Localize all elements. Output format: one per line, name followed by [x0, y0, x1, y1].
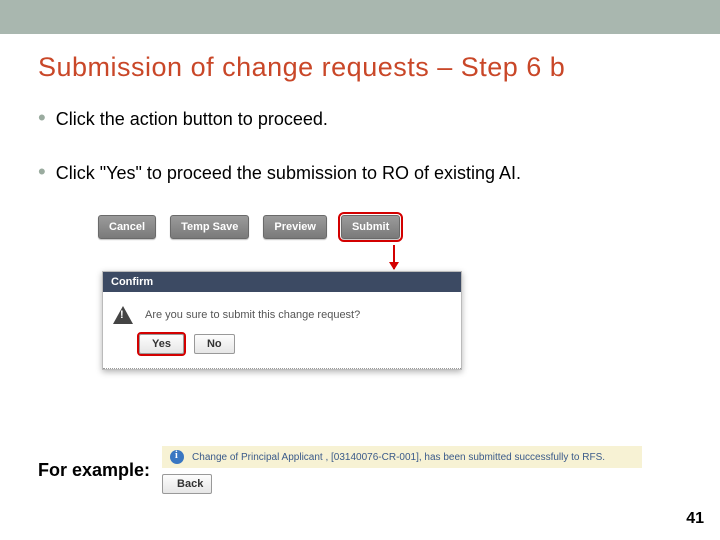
temp-save-button[interactable]: Temp Save — [170, 215, 249, 239]
bullet-text: Click "Yes" to proceed the submission to… — [56, 161, 521, 185]
info-icon — [170, 450, 184, 464]
bullet-item: • Click the action button to proceed. — [38, 107, 682, 131]
no-button[interactable]: No — [194, 334, 235, 354]
bullet-item: • Click "Yes" to proceed the submission … — [38, 161, 682, 185]
bullet-dot-icon: • — [38, 107, 46, 129]
preview-button[interactable]: Preview — [263, 215, 327, 239]
success-message: Change of Principal Applicant , [0314007… — [192, 452, 605, 463]
slide-header-bar — [0, 0, 720, 34]
bullet-dot-icon: • — [38, 161, 46, 183]
back-button[interactable]: Back — [162, 474, 212, 494]
yes-button[interactable]: Yes — [139, 334, 184, 354]
slide-title: Submission of change requests – Step 6 b — [0, 34, 720, 83]
cancel-button[interactable]: Cancel — [98, 215, 156, 239]
page-number: 41 — [686, 510, 704, 528]
screenshot-figure: Cancel Temp Save Preview Submit Confirm … — [98, 215, 498, 375]
dialog-message: Are you sure to submit this change reque… — [145, 309, 360, 321]
success-info-bar: Change of Principal Applicant , [0314007… — [162, 446, 642, 468]
dialog-title: Confirm — [103, 272, 461, 292]
example-label: For example: — [38, 460, 150, 481]
confirm-dialog: Confirm Are you sure to submit this chan… — [102, 271, 462, 370]
warning-icon — [113, 306, 133, 324]
arrow-down-icon — [393, 245, 395, 269]
divider — [103, 368, 461, 369]
bullet-text: Click the action button to proceed. — [56, 107, 328, 131]
submit-button[interactable]: Submit — [341, 215, 400, 239]
